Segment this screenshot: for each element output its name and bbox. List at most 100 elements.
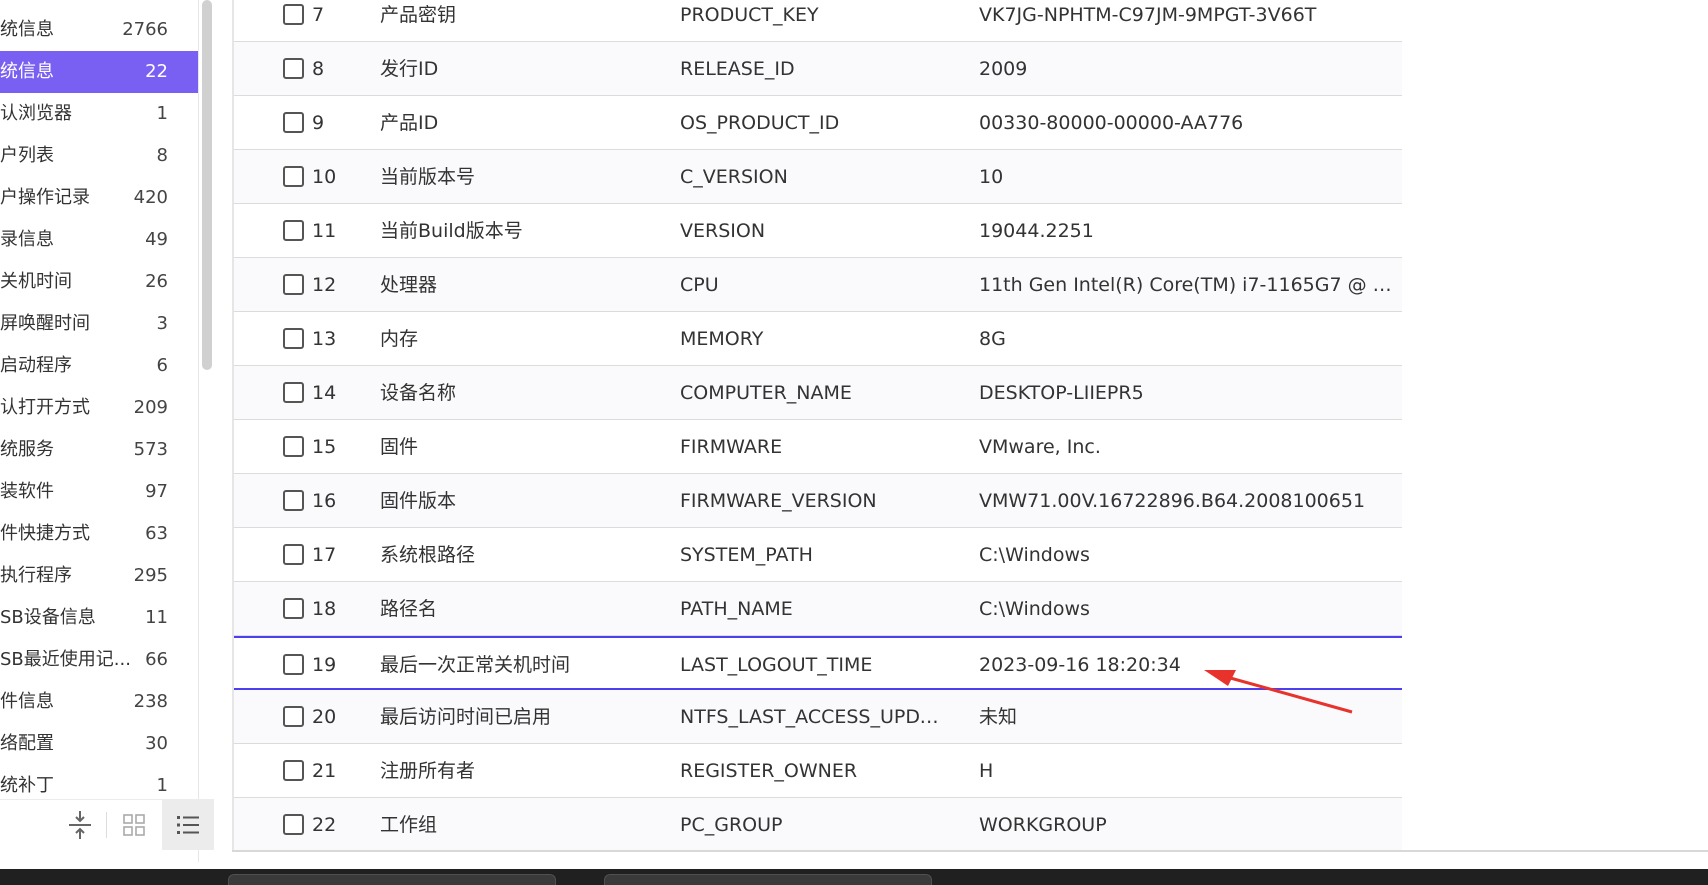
sidebar-item[interactable]: 录信息 49: [0, 219, 198, 261]
collapse-vertical-icon: [69, 811, 91, 839]
sidebar-item-label: SB最近使用记...: [0, 649, 131, 670]
sidebar-item[interactable]: 关机时间 26: [0, 261, 198, 303]
table-row[interactable]: 11 当前Build版本号 VERSION 19044.2251: [234, 204, 1402, 258]
row-number: 10: [312, 166, 337, 188]
row-checkbox[interactable]: [283, 760, 304, 781]
row-number: 16: [312, 490, 337, 512]
row-value: 10: [979, 166, 1004, 188]
grid-view-icon: [123, 814, 145, 836]
sidebar-item[interactable]: 件信息 238: [0, 681, 198, 723]
row-checkbox[interactable]: [283, 654, 304, 675]
table-row[interactable]: 22 工作组 PC_GROUP WORKGROUP: [234, 798, 1402, 852]
sidebar-item[interactable]: 统信息 22: [0, 51, 198, 93]
row-number: 7: [312, 4, 325, 26]
row-name: 当前Build版本号: [380, 220, 523, 242]
sidebar-item[interactable]: 屏唤醒时间 3: [0, 303, 198, 345]
sidebar-item-count: 26: [145, 271, 168, 292]
table-row[interactable]: 14 设备名称 COMPUTER_NAME DESKTOP-LIIEPR5: [234, 366, 1402, 420]
row-value: 2023-09-16 18:20:34: [979, 654, 1181, 676]
row-checkbox[interactable]: [283, 328, 304, 349]
table-row[interactable]: 9 产品ID OS_PRODUCT_ID 00330-80000-00000-AA77…: [234, 96, 1402, 150]
row-number: 12: [312, 274, 337, 296]
table-row[interactable]: 13 内存 MEMORY 8G: [234, 312, 1402, 366]
row-value: VK7JG-NPHTM-C97JM-9MPGT-3V66T: [979, 4, 1317, 26]
row-checkbox[interactable]: [283, 706, 304, 727]
sidebar-item-count: 11: [145, 607, 168, 628]
sidebar-divider: [198, 0, 199, 862]
sidebar-item-count: 295: [133, 565, 168, 586]
sidebar-item[interactable]: SB最近使用记... 66: [0, 639, 198, 681]
row-value: 00330-80000-00000-AA776: [979, 112, 1244, 134]
sidebar-item[interactable]: 认浏览器 1: [0, 93, 198, 135]
table-row[interactable]: 15 固件 FIRMWARE VMware, Inc.: [234, 420, 1402, 474]
sidebar-item-count: 22: [145, 61, 168, 82]
row-number: 14: [312, 382, 337, 404]
sidebar-item-count: 238: [133, 691, 168, 712]
row-key: C_VERSION: [680, 166, 788, 188]
sidebar-item[interactable]: 络配置 30: [0, 723, 198, 765]
table-row[interactable]: 10 当前版本号 C_VERSION 10: [234, 150, 1402, 204]
row-value: 8G: [979, 328, 1006, 350]
sidebar-item-count: 1: [156, 103, 168, 124]
sidebar-item[interactable]: 装软件 97: [0, 471, 198, 513]
sidebar-item-count: 63: [145, 523, 168, 544]
sidebar-item-count: 97: [145, 481, 168, 502]
row-checkbox[interactable]: [283, 382, 304, 403]
taskbar-tab[interactable]: [228, 874, 556, 885]
sidebar-item-count: 420: [133, 187, 168, 208]
row-key: RELEASE_ID: [680, 58, 795, 80]
sidebar-item[interactable]: 统信息 2766: [0, 9, 198, 51]
row-name: 工作组: [380, 814, 438, 836]
row-number: 17: [312, 544, 337, 566]
row-key: NTFS_LAST_ACCESS_UPDA...: [680, 706, 950, 728]
table-row[interactable]: 7 产品密钥 PRODUCT_KEY VK7JG-NPHTM-C97JM-9MPGT-…: [234, 0, 1402, 42]
sidebar-item-label: 关机时间: [0, 271, 72, 292]
sidebar-item-label: 络配置: [0, 733, 54, 754]
table-row[interactable]: 19 最后一次正常关机时间 LAST_LOGOUT_TIME 2023-09-16 1…: [234, 636, 1402, 690]
row-name: 产品ID: [380, 112, 439, 134]
sidebar-item-label: SB设备信息: [0, 607, 96, 628]
table-row[interactable]: 12 处理器 CPU 11th Gen Intel(R) Core(TM) i7-11…: [234, 258, 1402, 312]
sidebar-item[interactable]: 户操作记录 420: [0, 177, 198, 219]
row-key: PC_GROUP: [680, 814, 783, 836]
sidebar-list: 统信息 2766 统信息 22 认浏览器 1 户列表 8 户操作记录 420 录信息 49 关机时间 26…: [0, 9, 198, 807]
sidebar-scrollbar[interactable]: [202, 0, 212, 370]
table-row[interactable]: 8 发行ID RELEASE_ID 2009: [234, 42, 1402, 96]
row-checkbox[interactable]: [283, 544, 304, 565]
row-value: DESKTOP-LIIEPR5: [979, 382, 1144, 404]
row-checkbox[interactable]: [283, 220, 304, 241]
row-checkbox[interactable]: [283, 490, 304, 511]
table-row[interactable]: 20 最后访问时间已启用 NTFS_LAST_ACCESS_UPDA... 未知: [234, 690, 1402, 744]
sidebar-item-count: 49: [145, 229, 168, 250]
taskbar-tab[interactable]: [604, 874, 932, 885]
row-checkbox[interactable]: [283, 58, 304, 79]
grid-view-button[interactable]: [108, 800, 160, 850]
row-checkbox[interactable]: [283, 274, 304, 295]
table-row[interactable]: 18 路径名 PATH_NAME C:\Windows: [234, 582, 1402, 636]
sidebar-item-label: 屏唤醒时间: [0, 313, 90, 334]
list-view-button[interactable]: [162, 800, 214, 850]
sidebar-item[interactable]: 认打开方式 209: [0, 387, 198, 429]
row-checkbox[interactable]: [283, 112, 304, 133]
table-bottom-border: [232, 850, 1708, 852]
row-number: 21: [312, 760, 337, 782]
row-checkbox[interactable]: [283, 814, 304, 835]
row-key: FIRMWARE: [680, 436, 783, 458]
sidebar-item[interactable]: 件快捷方式 63: [0, 513, 198, 555]
table-row[interactable]: 16 固件版本 FIRMWARE_VERSION VMW71.00V.16722896…: [234, 474, 1402, 528]
row-number: 20: [312, 706, 337, 728]
sidebar-item[interactable]: 统服务 573: [0, 429, 198, 471]
row-checkbox[interactable]: [283, 598, 304, 619]
collapse-button[interactable]: [54, 800, 106, 850]
sidebar-item[interactable]: 启动程序 6: [0, 345, 198, 387]
sidebar-item-count: 30: [145, 733, 168, 754]
sidebar-item[interactable]: 户列表 8: [0, 135, 198, 177]
sidebar-item[interactable]: SB设备信息 11: [0, 597, 198, 639]
table-row[interactable]: 17 系统根路径 SYSTEM_PATH C:\Windows: [234, 528, 1402, 582]
row-checkbox[interactable]: [283, 166, 304, 187]
row-checkbox[interactable]: [283, 436, 304, 457]
row-checkbox[interactable]: [283, 4, 304, 25]
sidebar-item[interactable]: 执行程序 295: [0, 555, 198, 597]
row-name: 内存: [380, 328, 419, 350]
table-row[interactable]: 21 注册所有者 REGISTER_OWNER H: [234, 744, 1402, 798]
